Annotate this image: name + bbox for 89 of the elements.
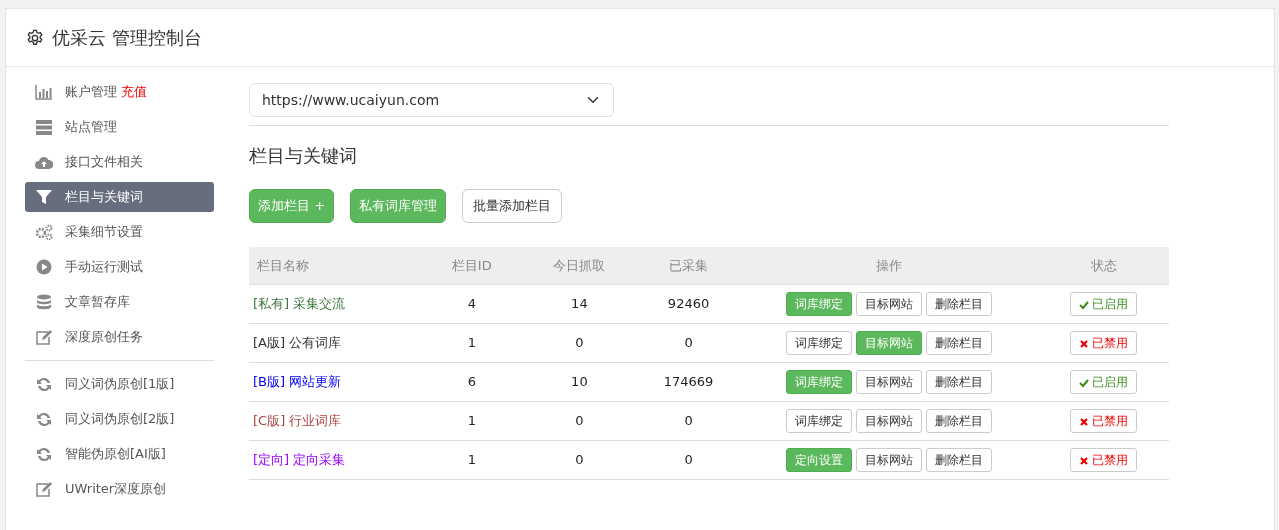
sidebar-item[interactable]: 深度原创任务 <box>25 322 214 352</box>
sidebar-item[interactable]: 同义词伪原创[2版] <box>25 404 214 434</box>
cross-icon <box>1079 455 1090 466</box>
status-button[interactable]: 已禁用 <box>1070 409 1138 433</box>
filter-icon <box>35 189 53 205</box>
column-name-link[interactable]: [A版] 公有词库 <box>253 335 342 351</box>
play-icon <box>35 259 53 275</box>
column-header: 操作 <box>738 246 1039 285</box>
server-icon <box>35 119 53 135</box>
action-button[interactable]: 目标网站 <box>855 370 922 394</box>
table-cell: 0 <box>638 323 739 363</box>
sidebar-label: 同义词伪原创[2版] <box>65 410 175 429</box>
table-cell: 0 <box>638 401 739 441</box>
column-name-link[interactable]: [C版] 行业词库 <box>253 413 342 429</box>
action-button[interactable]: 删除栏目 <box>925 370 992 394</box>
database-icon <box>35 294 53 310</box>
app-title: 优采云 管理控制台 <box>52 26 202 50</box>
action-button[interactable]: 目标网站 <box>855 448 922 472</box>
sidebar-label: 深度原创任务 <box>65 328 143 347</box>
column-header: 栏目ID <box>423 246 521 285</box>
sidebar-label: 手动运行测试 <box>65 258 143 277</box>
refresh-icon <box>35 446 53 462</box>
table-cell: 1 <box>423 323 521 363</box>
table-cell: 10 <box>520 362 639 402</box>
table-cell: 92460 <box>638 284 739 324</box>
sidebar-label: 同义词伪原创[1版] <box>65 375 175 394</box>
action-button[interactable]: 词库绑定 <box>785 331 852 355</box>
sidebar-label: 智能伪原创[AI版] <box>65 445 166 464</box>
column-name-link[interactable]: [私有] 采集交流 <box>253 296 346 312</box>
table-cell: 1 <box>423 440 521 480</box>
sidebar-item[interactable]: 同义词伪原创[1版] <box>25 369 214 399</box>
status-button[interactable]: 已启用 <box>1070 292 1138 316</box>
check-icon <box>1079 377 1090 388</box>
sidebar-item[interactable]: 栏目与关键词 <box>25 182 214 212</box>
cloud-upload-icon <box>35 154 53 170</box>
sidebar-item[interactable]: 采集细节设置 <box>25 217 214 247</box>
column-header: 已采集 <box>638 246 739 285</box>
table-cell: 0 <box>638 440 739 480</box>
table-cell: 0 <box>520 401 639 441</box>
refresh-icon <box>35 411 53 427</box>
sidebar-item[interactable]: 手动运行测试 <box>25 252 214 282</box>
action-button[interactable]: 删除栏目 <box>925 331 992 355</box>
status-button[interactable]: 已禁用 <box>1070 448 1138 472</box>
status-button[interactable]: 已禁用 <box>1070 331 1138 355</box>
check-icon <box>1079 299 1090 310</box>
action-button[interactable]: 删除栏目 <box>925 292 992 316</box>
table-cell: 14 <box>520 284 639 324</box>
table-cell: 0 <box>520 323 639 363</box>
chart-icon <box>35 84 53 100</box>
sidebar-label: 采集细节设置 <box>65 223 143 242</box>
column-name-link[interactable]: [B版] 网站更新 <box>253 374 342 390</box>
section-title: 栏目与关键词 <box>249 144 358 168</box>
sidebar-label: 栏目与关键词 <box>65 188 143 207</box>
column-header: 栏目名称 <box>249 246 424 285</box>
cross-icon <box>1079 416 1090 427</box>
table-cell: 6 <box>423 362 521 402</box>
refresh-icon <box>35 376 53 392</box>
table-cell: 4 <box>423 284 521 324</box>
sidebar-item[interactable]: 文章暂存库 <box>25 287 214 317</box>
cross-icon <box>1079 338 1090 349</box>
gears-icon <box>35 224 53 240</box>
column-header: 状态 <box>1038 246 1169 285</box>
status-button[interactable]: 已启用 <box>1070 370 1138 394</box>
table-cell: 174669 <box>638 362 739 402</box>
sidebar-item[interactable]: 站点管理 <box>25 112 214 142</box>
sidebar-label: UWriter深度原创 <box>65 480 167 499</box>
action-button[interactable]: 词库绑定 <box>785 409 852 433</box>
table-cell: 0 <box>520 440 639 480</box>
action-button[interactable]: 删除栏目 <box>925 409 992 433</box>
column-header: 今日抓取 <box>520 246 639 285</box>
sidebar-item[interactable]: UWriter深度原创 <box>25 474 214 504</box>
table-cell: 1 <box>423 401 521 441</box>
edit-icon <box>35 329 53 345</box>
edit-icon <box>35 481 53 497</box>
sidebar-item[interactable]: 智能伪原创[AI版] <box>25 439 214 469</box>
site-select[interactable]: https://www.ucaiyun.com <box>249 83 614 117</box>
recharge-link[interactable]: 充值 <box>121 82 147 102</box>
sidebar-label: 账户管理 <box>65 83 117 102</box>
action-button[interactable]: 目标网站 <box>855 292 922 316</box>
action-button[interactable]: 删除栏目 <box>925 448 992 472</box>
sidebar-label: 文章暂存库 <box>65 293 130 312</box>
sidebar-item[interactable]: 账户管理 充值 <box>25 77 214 107</box>
column-name-link[interactable]: [定向] 定向采集 <box>253 452 346 468</box>
settings-icon <box>26 28 44 47</box>
action-button[interactable]: 目标网站 <box>855 409 922 433</box>
toolbar-button[interactable]: 批量添加栏目 <box>462 189 563 223</box>
sidebar-label: 接口文件相关 <box>65 153 143 172</box>
sidebar-label: 站点管理 <box>65 118 117 137</box>
sidebar-item[interactable]: 接口文件相关 <box>25 147 214 177</box>
